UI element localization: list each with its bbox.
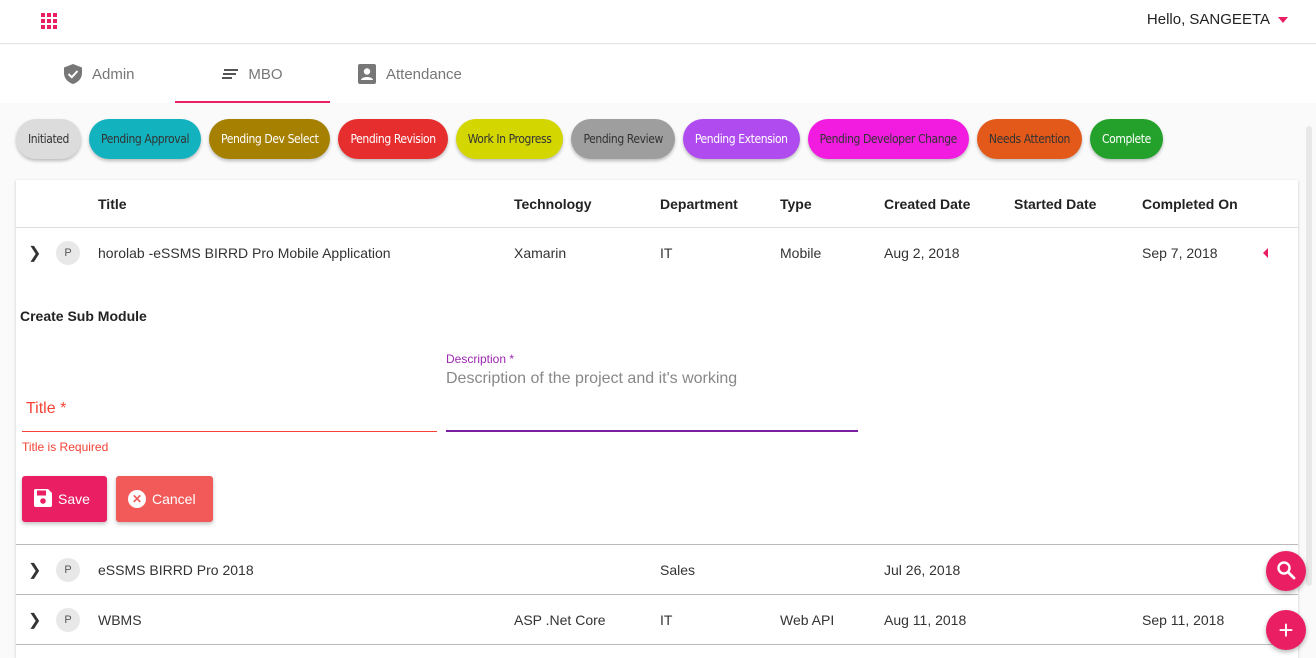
chevron-right-icon[interactable]: ❯ (28, 560, 41, 580)
search-fab-button[interactable] (1266, 551, 1306, 591)
floppy-disk-icon (34, 488, 52, 510)
chip-label: Pending Review (583, 132, 663, 146)
tab-mbo-label: MBO (248, 65, 283, 83)
col-title[interactable]: Title (98, 196, 127, 212)
user-greeting: Hello, SANGEETA (1146, 11, 1270, 28)
table-row[interactable]: ❯ P WBMS ASP .Net Core IT Web API Aug 11… (16, 594, 1298, 644)
save-label: Save (58, 491, 90, 507)
chip-label: Needs Attention (988, 132, 1070, 146)
status-filter-chips: Initiated Pending Approval Pending Dev S… (16, 119, 1163, 159)
page-scrollbar[interactable] (1306, 126, 1312, 586)
row-created-date: Aug 11, 2018 (884, 611, 967, 628)
col-created-date[interactable]: Created Date (884, 196, 970, 212)
col-technology[interactable]: Technology (514, 196, 592, 212)
create-sub-module-form: Create Sub Module Description * Title * … (16, 278, 1298, 544)
caret-down-icon (1278, 16, 1288, 23)
active-tab-indicator (175, 101, 330, 103)
row-technology: Xamarin (514, 245, 567, 261)
save-button[interactable]: Save (22, 476, 107, 522)
chip-label: Complete (1101, 132, 1151, 146)
row-title: horolab -eSSMS BIRRD Pro Mobile Applicat… (98, 245, 391, 261)
cancel-label: Cancel (152, 491, 196, 507)
user-menu[interactable]: Hello, SANGEETA (1147, 11, 1288, 28)
title-error-message: Title is Required (22, 440, 109, 454)
search-icon (1276, 560, 1296, 583)
row-technology: ASP .Net Core (514, 611, 606, 628)
priority-badge: P (56, 557, 80, 582)
description-input[interactable] (446, 368, 858, 432)
col-type[interactable]: Type (780, 196, 812, 212)
tab-admin-label: Admin (92, 65, 135, 83)
chip-label: Pending Developer Change (819, 132, 958, 146)
table-header: Title Technology Department Type Created… (16, 180, 1298, 228)
chip-initiated[interactable]: Initiated (16, 119, 82, 159)
top-bar: Hello, SANGEETA (0, 0, 1316, 44)
chip-label: Work In Progress (467, 132, 552, 146)
row-department: IT (660, 611, 673, 628)
row-completed-on: Sep 7, 2018 (1142, 245, 1218, 261)
chevron-right-icon[interactable]: ❯ (28, 243, 41, 263)
row-completed-on: Sep 11, 2018 (1142, 611, 1225, 628)
chip-pending-revision[interactable]: Pending Revision (338, 119, 448, 159)
table-row-partial (16, 644, 1298, 658)
chip-work-in-progress[interactable]: Work In Progress (455, 119, 564, 159)
row-created-date: Jul 26, 2018 (884, 561, 961, 578)
col-completed-on[interactable]: Completed On (1142, 196, 1238, 212)
notes-lines-icon (222, 68, 239, 80)
priority-badge: P (56, 241, 80, 265)
row-type: Web API (780, 611, 835, 628)
chip-label: Pending Extension (694, 132, 788, 146)
tab-attendance[interactable]: Attendance (358, 45, 478, 103)
plus-icon: + (1278, 615, 1294, 645)
row-department: Sales (660, 561, 696, 578)
chip-label: Pending Revision (350, 132, 436, 146)
chip-pending-review[interactable]: Pending Review (571, 119, 675, 159)
mbo-table: Title Technology Department Type Created… (16, 180, 1298, 658)
close-circle-icon: ✕ (128, 490, 146, 508)
row-title: eSSMS BIRRD Pro 2018 (98, 561, 254, 578)
col-department[interactable]: Department (660, 196, 738, 212)
shield-check-icon (64, 64, 82, 84)
add-fab-button[interactable]: + (1266, 610, 1306, 650)
tab-admin[interactable]: Admin (64, 45, 154, 103)
cancel-button[interactable]: ✕ Cancel (116, 476, 213, 522)
chip-pending-approval[interactable]: Pending Approval (89, 119, 202, 159)
col-started-date[interactable]: Started Date (1014, 196, 1096, 212)
description-label: Description * (446, 352, 515, 366)
chip-label: Pending Approval (101, 132, 190, 146)
row-type: Mobile (780, 245, 822, 261)
chip-label: Initiated (28, 132, 70, 146)
title-input[interactable] (22, 390, 437, 432)
tab-mbo[interactable]: MBO (175, 45, 330, 103)
caret-left-icon[interactable] (1263, 248, 1268, 258)
table-row[interactable]: ❯ P eSSMS BIRRD Pro 2018 Sales Jul 26, 2… (16, 544, 1298, 594)
tab-attendance-label: Attendance (386, 65, 462, 83)
chip-needs-attention[interactable]: Needs Attention (976, 119, 1082, 159)
chevron-right-icon[interactable]: ❯ (28, 610, 41, 630)
chip-pending-developer-change[interactable]: Pending Developer Change (807, 119, 969, 159)
row-title: WBMS (98, 611, 142, 628)
table-row[interactable]: ❯ P horolab -eSSMS BIRRD Pro Mobile Appl… (16, 228, 1298, 278)
row-created-date: Aug 2, 2018 (884, 245, 960, 261)
module-tabs: Admin MBO Attendance (0, 45, 1316, 103)
sub-module-heading: Create Sub Module (20, 308, 147, 324)
chip-label: Pending Dev Select (221, 132, 319, 146)
chip-pending-extension[interactable]: Pending Extension (682, 119, 800, 159)
apps-grid-icon[interactable] (41, 13, 57, 29)
priority-badge: P (56, 607, 80, 632)
badge-icon (358, 64, 376, 84)
row-department: IT (660, 245, 673, 261)
chip-pending-dev-select[interactable]: Pending Dev Select (209, 119, 331, 159)
chip-complete[interactable]: Complete (1089, 119, 1163, 159)
